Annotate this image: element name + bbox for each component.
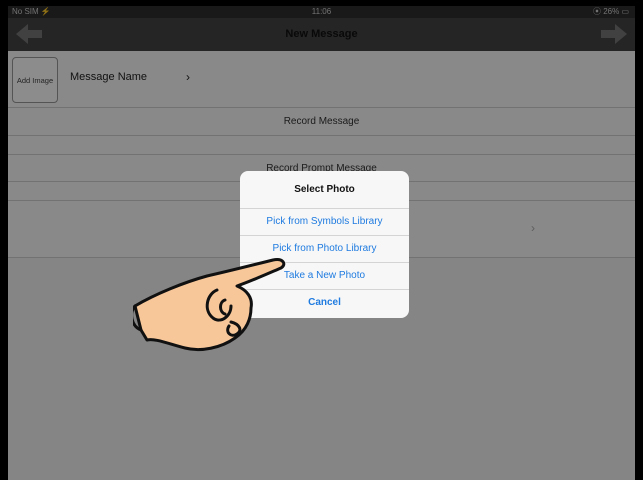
pointing-hand-icon [133,258,286,352]
action-sheet-title: Select Photo [240,171,409,209]
app-screen: No SIM ⚡ 11:06 ⦿ 26% ▭ New Message Add I… [8,6,635,480]
pick-symbols-library-option[interactable]: Pick from Symbols Library [240,209,409,236]
